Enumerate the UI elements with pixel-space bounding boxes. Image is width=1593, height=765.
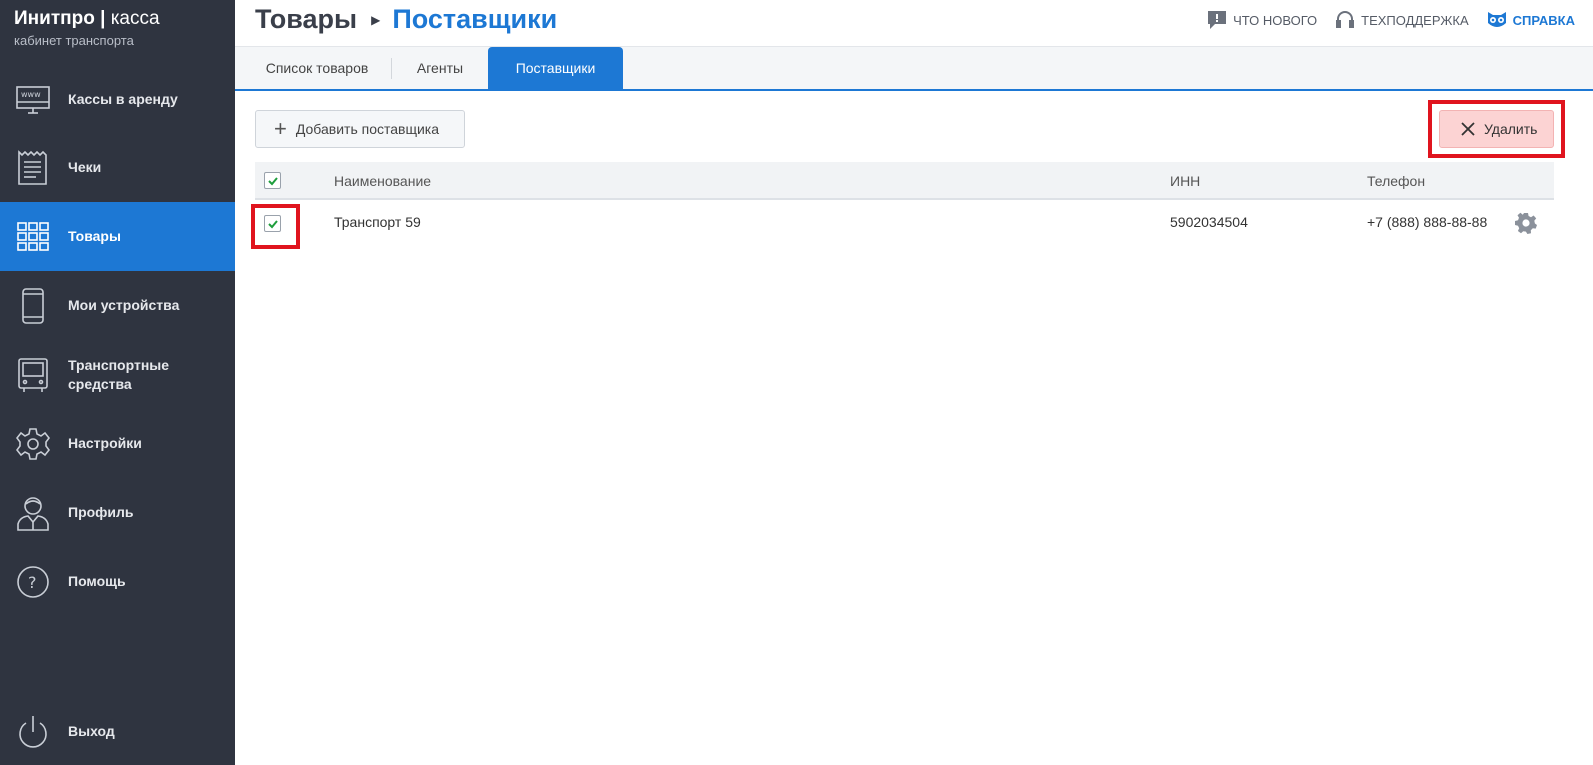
sidebar-item-receipts[interactable]: Чеки: [0, 133, 235, 202]
speech-bubble-icon: [1208, 11, 1227, 29]
add-supplier-button[interactable]: + Добавить поставщика: [255, 110, 465, 148]
top-links: ЧТО НОВОГО ТЕХПОДДЕРЖКА СПРАВКА: [1207, 10, 1575, 30]
owl-icon: [1487, 12, 1506, 27]
sidebar-item-label: Помощь: [68, 573, 126, 589]
svg-text:?: ?: [28, 573, 37, 592]
user-icon: [16, 495, 50, 531]
suppliers-table: Наименование ИНН Телефон Транспорт 59 59…: [255, 162, 1554, 245]
breadcrumb-parent[interactable]: Товары: [255, 4, 357, 35]
column-header-inn[interactable]: ИНН: [1170, 173, 1200, 189]
logout-label: Выход: [68, 723, 115, 739]
tabs-bar: Список товаров Агенты Поставщики: [235, 47, 1593, 91]
whats-new-link[interactable]: ЧТО НОВОГО: [1207, 10, 1317, 30]
gear-icon: [16, 426, 50, 462]
support-label: ТЕХПОДДЕРЖКА: [1361, 12, 1469, 28]
plus-icon: +: [274, 116, 287, 141]
table-row[interactable]: Транспорт 59 5902034504 +7 (888) 888-88-…: [255, 200, 1554, 245]
page-header: Товары ▶ Поставщики ЧТО НОВОГО ТЕХПОДДЕР…: [235, 0, 1593, 47]
checkmark-icon: [267, 176, 278, 185]
headset-icon: [1336, 11, 1355, 28]
sidebar-item-products[interactable]: Товары: [0, 202, 235, 271]
sidebar-item-vehicles[interactable]: Транспортные средства: [0, 340, 235, 409]
help-link[interactable]: СПРАВКА: [1487, 10, 1575, 30]
cell-inn: 5902034504: [1170, 214, 1248, 230]
sidebar: Инитпро | касса кабинет транспорта www К…: [0, 0, 235, 765]
checkmark-icon: [267, 219, 278, 228]
sidebar-item-label: Чеки: [68, 159, 102, 175]
tab-agents[interactable]: Агенты: [393, 47, 487, 89]
select-all-checkbox[interactable]: [264, 172, 281, 189]
brand-logo: Инитпро | касса кабинет транспорта: [14, 8, 160, 48]
question-icon: ?: [16, 564, 50, 600]
tab-divider: [391, 58, 392, 79]
delete-button[interactable]: Удалить: [1439, 110, 1554, 148]
phone-icon: [16, 287, 50, 324]
sidebar-item-logout[interactable]: Выход: [0, 697, 235, 765]
receipt-icon: [16, 149, 50, 186]
sidebar-item-label: Транспортные средства: [68, 356, 170, 392]
monitor-www-icon: www: [16, 82, 50, 118]
whats-new-label: ЧТО НОВОГО: [1233, 12, 1318, 28]
brand-product: касса: [110, 8, 160, 29]
bus-icon: [16, 357, 50, 393]
add-supplier-label: Добавить поставщика: [295, 121, 440, 137]
column-header-phone[interactable]: Телефон: [1367, 173, 1425, 189]
grid-icon: [16, 219, 50, 255]
tab-product-list[interactable]: Список товаров: [245, 47, 389, 89]
sidebar-item-profile[interactable]: Профиль: [0, 478, 235, 547]
brand-subtitle: кабинет транспорта: [14, 33, 134, 48]
page-title: Поставщики: [392, 4, 558, 34]
sidebar-item-label: Товары: [68, 228, 121, 244]
svg-text:www: www: [21, 90, 41, 99]
breadcrumb: Товары ▶ Поставщики: [255, 4, 557, 35]
cell-phone: +7 (888) 888-88-88: [1367, 214, 1488, 230]
power-icon: [16, 714, 50, 750]
sidebar-item-devices[interactable]: Мои устройства: [0, 271, 235, 340]
cell-name: Транспорт 59: [334, 214, 421, 230]
delete-label: Удалить: [1484, 121, 1538, 137]
table-header: Наименование ИНН Телефон: [255, 162, 1554, 200]
sidebar-item-label: Настройки: [68, 435, 142, 451]
breadcrumb-separator-icon: ▶: [371, 12, 381, 27]
column-header-name[interactable]: Наименование: [334, 173, 431, 189]
help-label: СПРАВКА: [1512, 12, 1575, 28]
row-checkbox[interactable]: [264, 215, 281, 232]
sidebar-item-rent-registers[interactable]: www Кассы в аренду: [0, 65, 235, 134]
tab-suppliers[interactable]: Поставщики: [488, 47, 623, 89]
sidebar-item-label: Мои устройства: [68, 297, 180, 313]
row-settings-gear-icon[interactable]: [1515, 212, 1537, 234]
close-icon: [1461, 122, 1475, 136]
brand-title: Инитпро | касса: [14, 8, 160, 29]
brand-name: Инитпро: [14, 8, 95, 29]
sidebar-item-label: Профиль: [68, 504, 134, 520]
sidebar-item-settings[interactable]: Настройки: [0, 409, 235, 478]
sidebar-item-help[interactable]: ? Помощь: [0, 547, 235, 616]
sidebar-item-label: Кассы в аренду: [68, 91, 178, 107]
support-link[interactable]: ТЕХПОДДЕРЖКА: [1335, 10, 1469, 30]
